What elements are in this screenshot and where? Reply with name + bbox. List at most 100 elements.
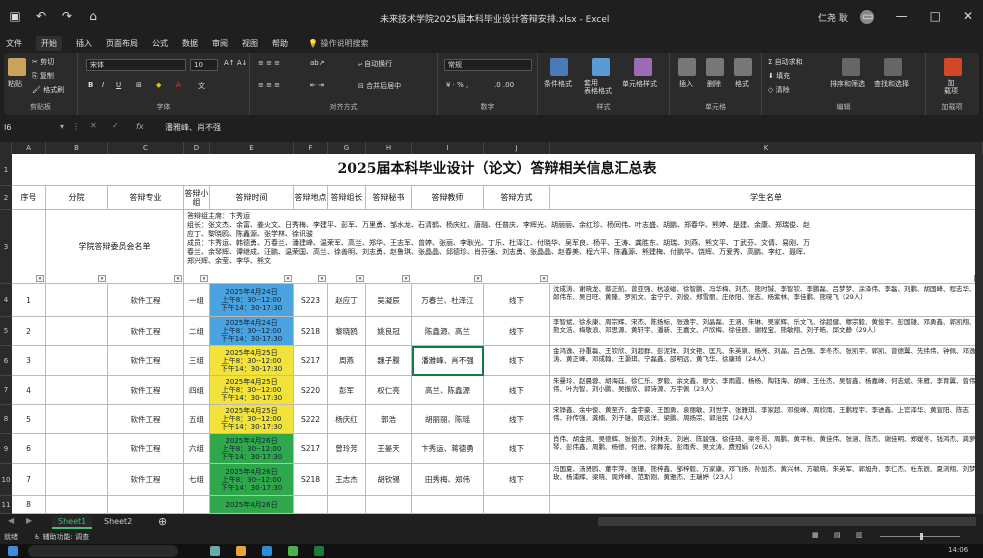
task-view-icon[interactable] (210, 546, 220, 556)
group-cell[interactable]: 一组 (184, 284, 210, 317)
find-select-button[interactable]: 查找和选择 (874, 79, 909, 89)
students-cell[interactable]: 金鸿逸、孙重磊、王钦欣、刘超群、彭泥祥、刘文艳、匡凡、朱英泉、杨亮、刘晶、吕占强… (550, 346, 983, 376)
merge-center-button[interactable]: ⊟ 合并后居中 (358, 81, 401, 91)
secretary-cell[interactable]: 魏子謄 (366, 346, 412, 376)
time-cell[interactable]: 2025年4月25日 上午8：30--12:00 下午14：30-17:30 (210, 346, 294, 376)
insert-function-icon[interactable]: fx (136, 122, 144, 131)
header-teachers[interactable]: 答辩教师 (412, 186, 484, 210)
filter-dropdown-icon[interactable]: ▾ (98, 275, 106, 282)
insert-cells-button[interactable]: 插入 (679, 79, 693, 89)
major-cell[interactable]: 软件工程 (108, 464, 184, 496)
column-header-k[interactable]: K (550, 142, 983, 154)
paste-icon[interactable] (8, 58, 26, 76)
row-number-cell[interactable]: 3 (12, 346, 46, 376)
normal-view-icon[interactable]: ▦ (812, 531, 819, 539)
filter-dropdown-icon[interactable]: ▾ (540, 275, 548, 282)
students-cell[interactable]: 李智斌、徐永康、周宗辉、宋杰、陈扬标、张逸宇、刘晶磊、王涵、朱琳、吴家辉、乐文飞… (550, 317, 983, 346)
mode-cell[interactable]: 线下 (484, 405, 550, 434)
redo-icon[interactable]: ↷ (60, 9, 74, 23)
tab-review[interactable]: 审阅 (212, 38, 228, 49)
filter-dropdown-icon[interactable]: ▾ (284, 275, 292, 282)
filter-dropdown-icon[interactable]: ▾ (318, 275, 326, 282)
filter-dropdown-icon[interactable]: ▾ (200, 275, 208, 282)
mode-cell[interactable]: 线下 (484, 346, 550, 376)
font-size-select[interactable]: 10 (190, 59, 218, 71)
cell-styles-button[interactable]: 单元格样式 (622, 79, 657, 89)
sheet-tab-sheet1[interactable]: Sheet1 (52, 515, 93, 529)
row-number-cell[interactable]: 8 (12, 496, 46, 514)
row-header-5[interactable]: 5 (0, 317, 12, 346)
header-college[interactable]: 分院 (46, 186, 108, 210)
touch-mode-icon[interactable]: ⌂ (86, 9, 100, 23)
teachers-cell[interactable] (412, 496, 484, 514)
excel-icon[interactable] (314, 546, 324, 556)
students-cell[interactable]: 冯国夏、汤贤鸥、董宇萍、张珊、熊梓鑫、邹梓毅、万家康、邓飞扬、孙加杰、黄兴林、方… (550, 464, 983, 496)
indent-icon[interactable]: ⇤ ⇥ (310, 81, 324, 89)
tell-me-search[interactable]: 💡 操作说明搜索 (308, 38, 369, 49)
row-header-10[interactable]: 10 (0, 464, 12, 496)
copy-button[interactable]: ⎘ 复制 (32, 71, 54, 81)
maximize-icon[interactable]: □ (930, 9, 941, 23)
formula-input[interactable]: 潘雅峰、肖不强 (165, 122, 221, 133)
college-cell[interactable] (46, 496, 108, 514)
students-cell[interactable]: 朱曼玲、赵晨蓉、胡海廷、徐仁乐、罗毅、余文鑫、廖文、李雨霞、杨杨、陶钰海、胡峰、… (550, 376, 983, 405)
row-header-9[interactable]: 9 (0, 434, 12, 464)
location-cell[interactable]: S222 (294, 405, 328, 434)
border-icon[interactable]: ⊞ (136, 81, 142, 89)
mode-cell[interactable] (484, 496, 550, 514)
group-cell[interactable]: 五组 (184, 405, 210, 434)
header-no[interactable]: 序号 (12, 186, 46, 210)
group-cell[interactable]: 七组 (184, 464, 210, 496)
row-header-11[interactable]: 11 (0, 496, 12, 514)
group-cell[interactable]: 四组 (184, 376, 210, 405)
header-major[interactable]: 答辩专业 (108, 186, 184, 210)
major-cell[interactable]: 软件工程 (108, 284, 184, 317)
filter-dropdown-icon[interactable]: ▾ (402, 275, 410, 282)
secretary-cell[interactable]: 吴凝辰 (366, 284, 412, 317)
insert-cells-icon[interactable] (678, 58, 696, 76)
teachers-cell[interactable]: 胡丽丽、陈瑶 (412, 405, 484, 434)
start-icon[interactable] (8, 546, 18, 556)
next-sheet-icon[interactable]: ▶ (26, 516, 32, 525)
sheet-title[interactable]: 2025届本科毕业设计（论文）答辩相关信息汇总表 (12, 154, 983, 186)
add-sheet-icon[interactable]: ⊕ (158, 515, 167, 528)
format-table-button[interactable]: 套用 表格格式 (584, 79, 612, 95)
filter-dropdown-icon[interactable]: ▾ (474, 275, 482, 282)
secretary-cell[interactable]: 郭浩 (366, 405, 412, 434)
time-cell[interactable]: 2025年4月26日 上午8：30--12:00 下午14：30-17:30 (210, 434, 294, 464)
teachers-cell[interactable]: 田秀梅、郑伟 (412, 464, 484, 496)
location-cell[interactable]: S220 (294, 376, 328, 405)
column-header-i[interactable]: I (412, 142, 484, 154)
header-mode[interactable]: 答辩方式 (484, 186, 550, 210)
paste-button[interactable]: 粘贴 (8, 79, 22, 89)
format-table-icon[interactable] (592, 58, 610, 76)
align-left-icon[interactable]: ≡ ≡ ≡ (258, 81, 280, 89)
phonetic-icon[interactable]: 文 (198, 81, 205, 91)
group-cell[interactable]: 三组 (184, 346, 210, 376)
row-header-7[interactable]: 7 (0, 376, 12, 405)
leader-cell[interactable]: 杨庆红 (328, 405, 366, 434)
vertical-scrollbar[interactable] (975, 154, 983, 514)
students-cell[interactable] (550, 496, 983, 514)
location-cell[interactable]: S218 (294, 464, 328, 496)
teachers-cell[interactable]: 陈鑫源、高兰 (412, 317, 484, 346)
row-header-6[interactable]: 6 (0, 346, 12, 376)
college-cell[interactable] (46, 405, 108, 434)
name-box-dropdown-icon[interactable]: ▾ (60, 122, 64, 131)
tab-formulas[interactable]: 公式 (152, 38, 168, 49)
time-cell[interactable]: 2025年4月26日 (210, 496, 294, 514)
autosum-button[interactable]: Σ 自动求和 (768, 57, 803, 67)
secretary-cell[interactable]: 王晏天 (366, 434, 412, 464)
major-cell[interactable]: 软件工程 (108, 376, 184, 405)
cell-styles-icon[interactable] (634, 58, 652, 76)
undo-icon[interactable]: ↶ (34, 9, 48, 23)
column-header-f[interactable]: F (294, 142, 328, 154)
secretary-cell[interactable]: 胡钦锡 (366, 464, 412, 496)
format-cells-button[interactable]: 格式 (735, 79, 749, 89)
row-header-8[interactable]: 8 (0, 405, 12, 434)
teachers-cell[interactable]: 万春兰、杜泽江 (412, 284, 484, 317)
name-box[interactable]: I6 (2, 121, 68, 135)
cancel-icon[interactable]: ✕ (90, 121, 97, 130)
mode-cell[interactable]: 线下 (484, 284, 550, 317)
major-cell[interactable]: 软件工程 (108, 317, 184, 346)
